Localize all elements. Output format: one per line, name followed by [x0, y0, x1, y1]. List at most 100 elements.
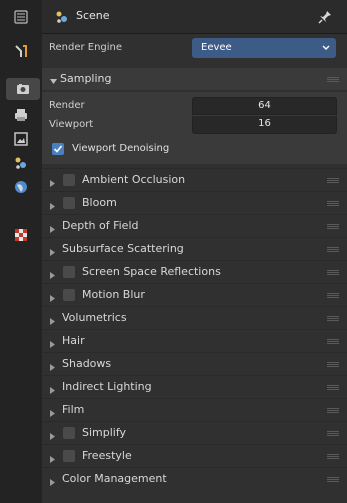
- collapsed-triangle-icon: [50, 315, 55, 328]
- camera-icon: [17, 84, 29, 94]
- render-engine-select[interactable]: Eevee: [192, 38, 336, 58]
- enable-checkbox[interactable]: [63, 197, 75, 209]
- editor-type-icon: [14, 10, 28, 24]
- render-engine-label: Render Engine: [49, 42, 123, 53]
- sampling-title: Sampling: [60, 72, 112, 85]
- collapsed-triangle-icon: [50, 269, 55, 282]
- view-layer-tab[interactable]: [8, 128, 34, 150]
- render-engine-value: Eevee: [201, 42, 232, 53]
- render-properties-panel: Render Engine Eevee Sampling Render 64 V…: [42, 34, 347, 503]
- drag-grip-icon[interactable]: [327, 201, 339, 206]
- collapsed-triangle-icon: [50, 292, 55, 305]
- scene-label: Scene: [76, 9, 110, 22]
- scene-tab[interactable]: [8, 152, 34, 174]
- enable-checkbox[interactable]: [63, 450, 75, 462]
- panel-header-indirect-lighting[interactable]: Indirect Lighting: [42, 375, 347, 397]
- drag-grip-icon[interactable]: [327, 362, 339, 367]
- panel-title: Volumetrics: [62, 311, 127, 324]
- properties-editor: Scene Render Engine Eevee Sampling Rende…: [0, 0, 347, 503]
- panel-title: Film: [62, 403, 85, 416]
- tool-tab[interactable]: [8, 40, 34, 62]
- panel-header-motion-blur[interactable]: Motion Blur: [42, 283, 347, 305]
- panel-title: Bloom: [82, 196, 117, 209]
- panel-header-film[interactable]: Film: [42, 398, 347, 420]
- collapsed-triangle-icon: [50, 223, 55, 236]
- panel-header-bloom[interactable]: Bloom: [42, 191, 347, 213]
- render-engine-row: Render Engine Eevee: [42, 34, 347, 62]
- render-tab[interactable]: [6, 78, 40, 100]
- drag-grip-icon[interactable]: [327, 431, 339, 436]
- panel-header-screen-space-reflections[interactable]: Screen Space Reflections: [42, 260, 347, 282]
- drag-grip-icon[interactable]: [327, 339, 339, 344]
- tool-icon: [15, 45, 27, 57]
- collapsed-triangle-icon: [50, 200, 55, 213]
- panel-header-volumetrics[interactable]: Volumetrics: [42, 306, 347, 328]
- checkmark-icon: [53, 145, 63, 153]
- properties-tab-bar: [0, 0, 42, 503]
- enable-checkbox[interactable]: [63, 289, 75, 301]
- printer-icon: [15, 109, 27, 121]
- drag-grip-icon[interactable]: [327, 316, 339, 321]
- collapsed-triangle-icon: [50, 361, 55, 374]
- viewport-samples-label: Viewport: [49, 119, 94, 130]
- output-tab[interactable]: [8, 104, 34, 126]
- sampling-panel-body: Render 64 Viewport 16 Viewport Denoising: [42, 92, 347, 164]
- drag-grip-icon[interactable]: [327, 408, 339, 413]
- collapsed-triangle-icon: [50, 246, 55, 259]
- collapsed-triangle-icon: [50, 177, 55, 190]
- texture-tab[interactable]: [8, 224, 34, 246]
- scene-icon: [54, 9, 70, 28]
- panel-title: Simplify: [82, 426, 127, 439]
- panel-title: Motion Blur: [82, 288, 145, 301]
- enable-checkbox[interactable]: [63, 427, 75, 439]
- drag-grip-icon[interactable]: [327, 477, 339, 482]
- collapsed-triangle-icon: [50, 407, 55, 420]
- panel-header-simplify[interactable]: Simplify: [42, 421, 347, 443]
- drag-grip-icon[interactable]: [327, 247, 339, 252]
- viewport-samples-field[interactable]: 16: [192, 116, 337, 134]
- viewport-denoising-label: Viewport Denoising: [72, 143, 170, 154]
- editor-type-button[interactable]: [8, 6, 34, 28]
- panel-title: Shadows: [62, 357, 112, 370]
- panel-title: Freestyle: [82, 449, 132, 462]
- panel-title: Subsurface Scattering: [62, 242, 184, 255]
- drag-grip-icon[interactable]: [327, 77, 339, 82]
- panel-header-ambient-occlusion[interactable]: Ambient Occlusion: [42, 168, 347, 190]
- enable-checkbox[interactable]: [63, 174, 75, 186]
- enable-checkbox[interactable]: [63, 266, 75, 278]
- panel-title: Ambient Occlusion: [82, 173, 186, 186]
- drag-grip-icon[interactable]: [327, 454, 339, 459]
- collapsed-triangle-icon: [50, 384, 55, 397]
- panel-header-freestyle[interactable]: Freestyle: [42, 444, 347, 466]
- scene-icon: [15, 157, 26, 169]
- image-icon: [14, 132, 28, 146]
- drag-grip-icon[interactable]: [327, 385, 339, 390]
- panel-title: Color Management: [62, 472, 167, 485]
- drag-grip-icon[interactable]: [327, 293, 339, 298]
- drag-grip-icon[interactable]: [327, 270, 339, 275]
- panel-title: Screen Space Reflections: [82, 265, 221, 278]
- panel-header-hair[interactable]: Hair: [42, 329, 347, 351]
- expanded-triangle-icon: [50, 75, 57, 88]
- panel-header-depth-of-field[interactable]: Depth of Field: [42, 214, 347, 236]
- collapsed-triangle-icon: [50, 338, 55, 351]
- checker-icon: [15, 229, 27, 241]
- panel-header-color-management[interactable]: Color Management: [42, 467, 347, 489]
- collapsed-triangle-icon: [50, 430, 55, 443]
- properties-header: Scene: [42, 0, 347, 34]
- drag-grip-icon[interactable]: [327, 178, 339, 183]
- sampling-panel-header[interactable]: Sampling: [42, 68, 347, 90]
- render-samples-field[interactable]: 64: [192, 97, 337, 115]
- collapsed-triangle-icon: [50, 476, 55, 489]
- panel-title: Depth of Field: [62, 219, 139, 232]
- render-samples-label: Render: [49, 100, 85, 111]
- chevron-down-icon: [321, 43, 331, 56]
- collapsed-triangle-icon: [50, 453, 55, 466]
- drag-grip-icon[interactable]: [327, 224, 339, 229]
- panel-header-shadows[interactable]: Shadows: [42, 352, 347, 374]
- viewport-denoising-checkbox[interactable]: [52, 143, 64, 155]
- pin-icon[interactable]: [317, 9, 333, 28]
- panel-title: Hair: [62, 334, 85, 347]
- panel-header-subsurface-scattering[interactable]: Subsurface Scattering: [42, 237, 347, 259]
- world-tab[interactable]: [8, 176, 34, 198]
